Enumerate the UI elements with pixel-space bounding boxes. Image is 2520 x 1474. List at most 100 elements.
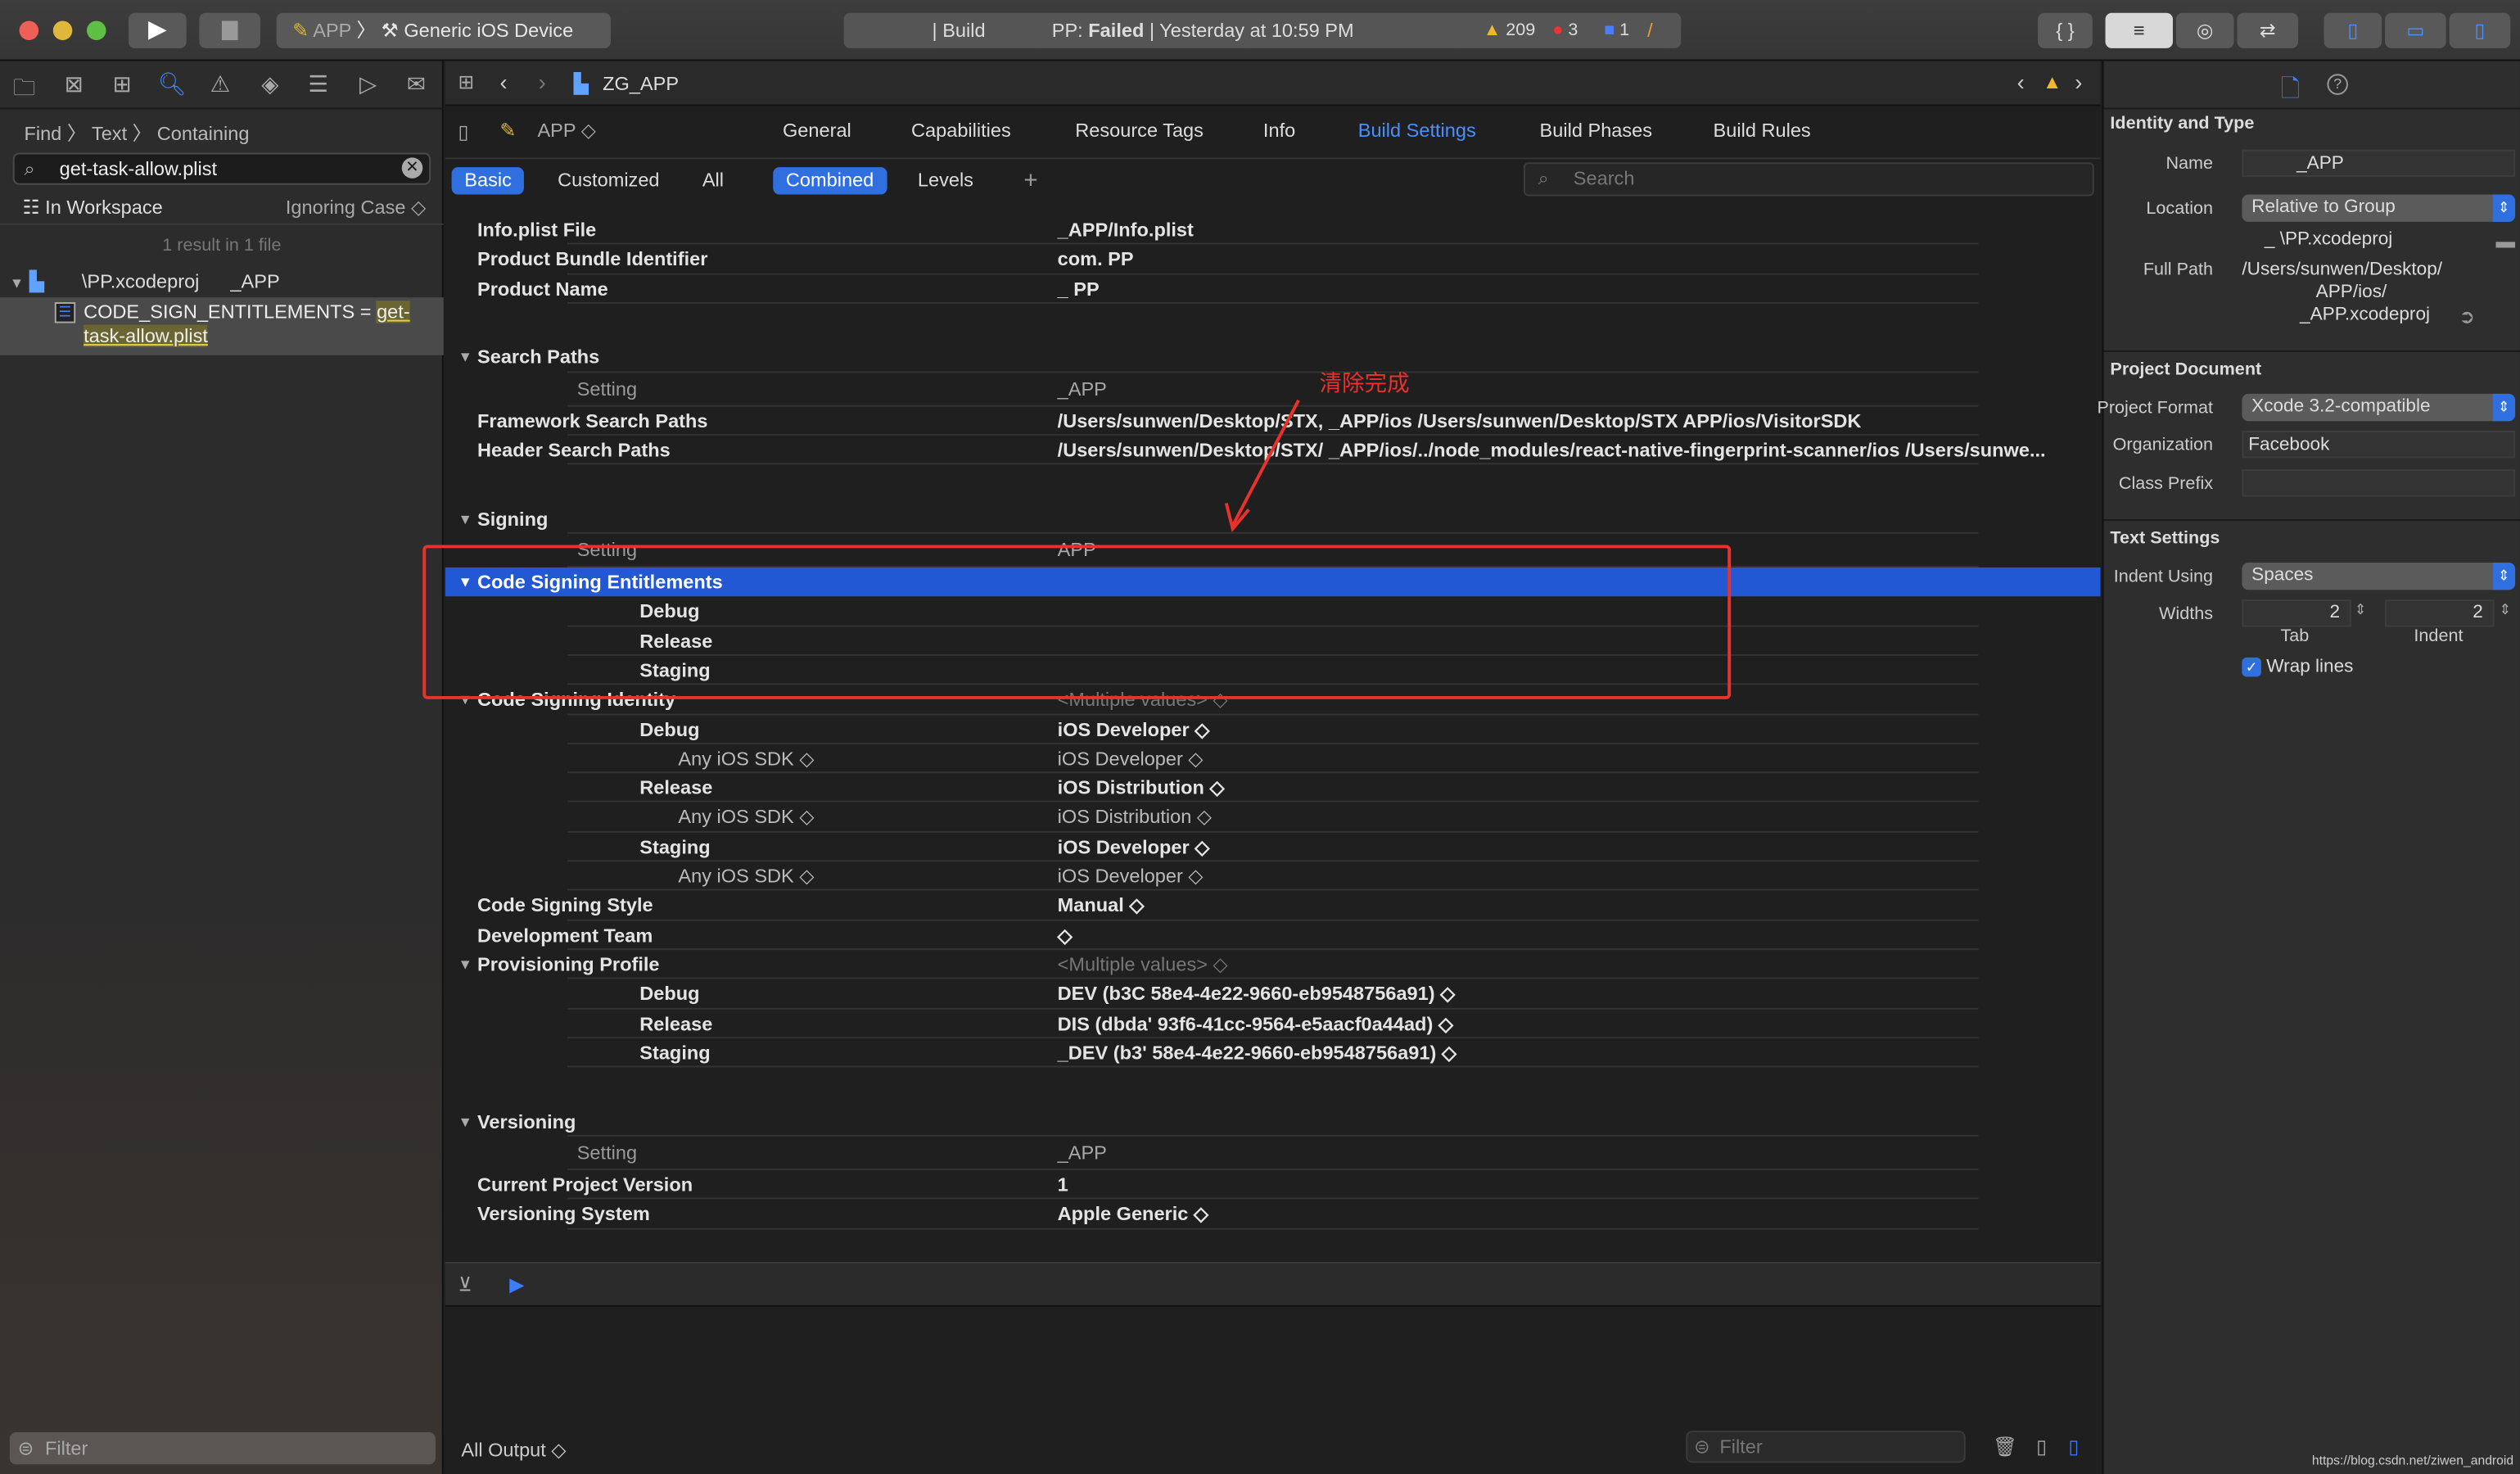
indent-width-stepper[interactable]: ⇕	[2499, 601, 2511, 619]
console-view-icon[interactable]: ▯	[2068, 1436, 2079, 1458]
warning-icon[interactable]: ▲	[2043, 70, 2062, 93]
project-format-select[interactable]: Xcode 3.2-compatible ⇕	[2242, 393, 2516, 422]
class-prefix-field[interactable]	[2242, 469, 2516, 497]
breadcrumb-text[interactable]: Text	[92, 122, 127, 144]
setting-row[interactable]: Current Project Version 1	[445, 1170, 2101, 1200]
find-input[interactable]: ⌕ get-task-allow.plist ✕	[12, 152, 431, 185]
setting-row[interactable]: Release DIS (dbda' 93f6-41cc-9564-e5aacf…	[445, 1009, 2101, 1038]
setting-value[interactable]: /Users/sunwen/Desktop/STX/ _APP/ios/../n…	[1058, 436, 2046, 465]
tab-build-phases[interactable]: Build Phases	[1540, 119, 1653, 141]
settings-search-input[interactable]: ⌕ Search	[1523, 162, 2094, 197]
setting-row[interactable]: Development Team ◇	[445, 920, 2101, 951]
trash-icon[interactable]: 🗑︎	[1993, 1436, 2017, 1458]
setting-value[interactable]: /Users/sunwen/Desktop/STX, _APP/ios /Use…	[1058, 406, 1862, 436]
hide-debug-area-icon[interactable]: ⊻	[458, 1273, 472, 1295]
wrap-lines-checkbox[interactable]: ✓ Wrap lines	[2242, 657, 2353, 677]
result-match-row[interactable]: ☰ CODE_SIGN_ENTITLEMENTS = get-task-allo…	[0, 297, 444, 355]
setting-value[interactable]: DIS (dbda' 93f6-41cc-9564-e5aacf0a44ad) …	[1058, 1009, 1453, 1038]
toggle-debug-area-button[interactable]: ▭	[2385, 12, 2446, 48]
location-select[interactable]: Relative to Group ⇕	[2242, 194, 2516, 222]
setting-value[interactable]: iOS Developer ◇	[1058, 832, 1210, 861]
setting-row[interactable]: Product Bundle Identifier com. PP	[445, 245, 2101, 274]
case-selector[interactable]: Ignoring Case ◇	[286, 196, 426, 218]
find-breadcrumb[interactable]: Find 〉 Text 〉 Containing	[24, 119, 249, 146]
result-file-row[interactable]: ▼ ▙ \PP.xcodeproj _APP	[10, 270, 444, 292]
forward-icon[interactable]: ›	[539, 69, 546, 94]
setting-row[interactable]: Staging iOS Developer ◇	[445, 832, 2101, 862]
setting-row[interactable]: Code Signing Style Manual ◇	[445, 891, 2101, 921]
indent-using-select[interactable]: Spaces ⇕	[2242, 563, 2516, 590]
indent-width-field[interactable]: 2	[2385, 599, 2495, 627]
navigator-filter-input[interactable]: ⊜ Filter	[9, 1432, 436, 1465]
organization-field[interactable]: Facebook	[2242, 431, 2516, 459]
help-icon[interactable]: ?	[2327, 74, 2348, 95]
setting-value[interactable]: _APP	[1058, 1137, 1107, 1170]
reveal-in-finder-icon[interactable]: ➲	[2459, 305, 2475, 328]
tab-info[interactable]: Info	[1263, 119, 1295, 141]
variables-view-icon[interactable]: ▯	[2036, 1436, 2047, 1458]
version-editor-button[interactable]: ⇄	[2237, 12, 2299, 48]
zoom-window-button[interactable]	[87, 20, 106, 41]
breadcrumb-find[interactable]: Find	[24, 122, 61, 144]
close-window-button[interactable]	[19, 20, 39, 41]
disclosure-triangle-icon[interactable]: ▼	[458, 1107, 472, 1137]
setting-value[interactable]: iOS Developer ◇	[1058, 861, 1204, 891]
source-control-icon[interactable]: ⊠	[60, 70, 88, 99]
setting-row[interactable]: Debug DEV (b3C 58e4-4e22-9660-eb9548756a…	[445, 979, 2101, 1009]
setting-value[interactable]: iOS Distribution ◇	[1058, 803, 1212, 832]
disclosure-triangle-icon[interactable]: ▼	[458, 504, 472, 534]
setting-value[interactable]: iOS Developer ◇	[1058, 744, 1204, 774]
disclosure-triangle-icon[interactable]: ▼	[10, 275, 25, 292]
setting-value[interactable]: com. PP	[1058, 245, 1134, 274]
breadcrumb-containing[interactable]: Containing	[157, 122, 250, 144]
setting-value[interactable]: _ PP	[1058, 274, 1100, 304]
name-field[interactable]: _APP	[2242, 149, 2516, 177]
folder-icon[interactable]: ▬	[2496, 230, 2516, 252]
setting-value[interactable]: _APP/Info.plist	[1058, 215, 1194, 245]
setting-row[interactable]: Staging _DEV (b3' 58e4-4e22-9660-eb95487…	[445, 1038, 2101, 1068]
setting-value[interactable]: iOS Developer ◇	[1058, 715, 1210, 744]
next-issue-icon[interactable]: ›	[2075, 69, 2082, 94]
setting-row[interactable]: Info.plist File _APP/Info.plist	[445, 215, 2101, 245]
setting-row[interactable]: Debug iOS Developer ◇	[445, 715, 2101, 744]
setting-row[interactable]: Release iOS Distribution ◇	[445, 774, 2101, 803]
filter-all[interactable]: All	[689, 167, 737, 194]
library-button[interactable]: { }	[2038, 12, 2093, 48]
errors-badge[interactable]: ● 3	[1552, 13, 1578, 48]
setting-row[interactable]: Any iOS SDK ◇ iOS Distribution ◇	[445, 803, 2101, 833]
assistant-editor-button[interactable]: ◎	[2175, 12, 2234, 48]
debug-icon[interactable]: ☰	[304, 70, 332, 99]
scheme-selector[interactable]: ✎ APP 〉 ⚒ Generic iOS Device	[276, 12, 611, 48]
minimize-window-button[interactable]	[52, 20, 73, 41]
clear-icon[interactable]: ✕	[401, 157, 423, 179]
folder-icon[interactable]: 🗀	[10, 70, 38, 99]
scope-selector[interactable]: ☷ In Workspace	[22, 196, 162, 218]
setting-value[interactable]: _APP	[1058, 373, 1107, 406]
section-header[interactable]: ▼ Search Paths	[445, 343, 2101, 373]
warnings-badge[interactable]: ▲ 209	[1484, 13, 1535, 48]
setting-value[interactable]: _DEV (b3' 58e4-4e22-9660-eb9548756a91) ◇	[1058, 1038, 1456, 1068]
filter-customized[interactable]: Customized	[544, 167, 672, 194]
setting-value[interactable]: Manual ◇	[1058, 891, 1145, 920]
setting-row[interactable]: Product Name _ PP	[445, 274, 2101, 304]
run-button[interactable]: ▶	[129, 12, 187, 48]
related-items-icon[interactable]: ⊞	[458, 70, 474, 93]
setting-value[interactable]: iOS Distribution ◇	[1058, 774, 1225, 803]
disclosure-triangle-icon[interactable]: ▼	[458, 343, 472, 373]
stop-button[interactable]	[199, 12, 261, 48]
standard-editor-button[interactable]: ≡	[2105, 12, 2173, 48]
toggle-inspector-button[interactable]: ▯	[2449, 12, 2511, 48]
hierarchy-icon[interactable]: ⊞	[108, 70, 137, 99]
console-filter-input[interactable]: ⊜ Filter	[1686, 1431, 1966, 1463]
breakpoints-toggle-icon[interactable]: ▶	[509, 1273, 524, 1295]
setting-value[interactable]: DEV (b3C 58e4-4e22-9660-eb9548756a91) ◇	[1058, 979, 1456, 1009]
setting-value[interactable]: <Multiple values> ◇	[1058, 950, 1228, 979]
setting-value[interactable]: Apple Generic ◇	[1058, 1200, 1208, 1229]
tab-resource-tags[interactable]: Resource Tags	[1075, 119, 1204, 141]
toggle-navigator-button[interactable]: ▯	[2324, 12, 2382, 48]
warning-icon[interactable]: ⚠	[205, 70, 234, 99]
breakpoint-icon[interactable]: ▷	[354, 70, 382, 99]
filter-combined[interactable]: Combined	[773, 167, 887, 195]
file-inspector-icon[interactable]: 🗋	[2280, 72, 2300, 112]
filter-basic[interactable]: Basic	[451, 167, 525, 195]
